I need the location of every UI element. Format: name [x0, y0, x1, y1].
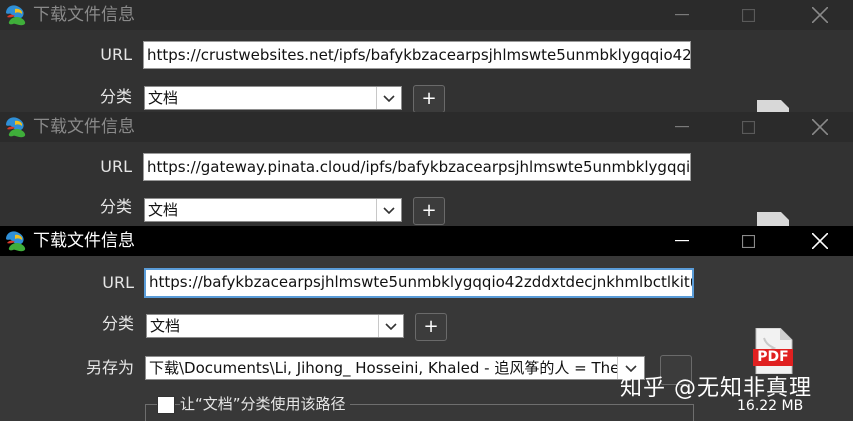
save-path-value: 下载\Documents\Li, Jihong_ Hosseini, Khale… [149, 359, 619, 377]
category-label: 分类 [101, 314, 134, 333]
maximize-icon [741, 8, 755, 22]
minimize-button[interactable] [652, 226, 712, 256]
dropdown-button[interactable] [376, 87, 401, 109]
minimize-icon [675, 14, 689, 16]
download-info-window-2: 下载文件信息 URL https://gateway.pinata.cloud/… [0, 112, 853, 226]
dropdown-button[interactable] [376, 199, 401, 221]
maximize-button[interactable] [718, 112, 778, 142]
close-icon [812, 233, 828, 249]
category-value: 文档 [148, 201, 179, 219]
watermark: 知乎 @无知非真理 [620, 376, 812, 401]
idm-app-icon [6, 231, 26, 252]
maximize-button[interactable] [718, 0, 778, 30]
url-label: URL [100, 157, 132, 176]
chevron-down-icon [385, 322, 397, 330]
title-bar[interactable]: 下载文件信息 [0, 112, 853, 142]
url-field[interactable]: https://crustwebsites.net/ipfs/bafykbzac… [143, 41, 691, 69]
save-as-label: 另存为 [85, 358, 134, 377]
close-icon [812, 119, 828, 135]
add-category-button[interactable]: + [413, 197, 445, 225]
chevron-down-icon [383, 206, 395, 214]
url-label: URL [102, 273, 134, 292]
url-field[interactable]: https://gateway.pinata.cloud/ipfs/bafykb… [143, 153, 691, 181]
idm-app-icon [6, 5, 26, 26]
category-select[interactable]: 文档 [144, 86, 402, 110]
url-label: URL [100, 45, 132, 64]
maximize-button[interactable] [718, 226, 778, 256]
add-category-button[interactable]: + [413, 85, 445, 112]
window-title: 下载文件信息 [33, 5, 135, 25]
maximize-icon [741, 234, 755, 248]
category-label: 分类 [99, 197, 132, 216]
download-info-window-1: 下载文件信息 URL https://crustwebsites.net/ipf… [0, 0, 853, 112]
file-icon [757, 212, 789, 226]
add-category-button[interactable]: + [415, 313, 447, 341]
idm-app-icon [6, 117, 26, 138]
minimize-icon [675, 126, 689, 128]
close-button[interactable] [790, 226, 850, 256]
window-title: 下载文件信息 [33, 117, 135, 137]
category-value: 文档 [148, 89, 179, 107]
use-path-checkbox[interactable] [157, 396, 175, 414]
category-label: 分类 [99, 87, 132, 106]
category-select[interactable]: 文档 [146, 314, 404, 338]
close-button[interactable] [790, 112, 850, 142]
close-icon [812, 7, 828, 23]
url-field[interactable]: https://bafykbzacearpsjhlmswte5unmbklygq… [144, 268, 694, 298]
chevron-down-icon [383, 94, 395, 102]
file-icon [757, 100, 789, 112]
pdf-badge-text: PDF [757, 349, 789, 365]
save-path-select[interactable]: 下载\Documents\Li, Jihong_ Hosseini, Khale… [145, 356, 645, 380]
close-button[interactable] [790, 0, 850, 30]
title-bar[interactable]: 下载文件信息 [0, 0, 853, 30]
dropdown-button[interactable] [378, 315, 403, 337]
title-bar[interactable]: 下载文件信息 [0, 226, 853, 256]
use-path-checkbox-label: 让“文档”分类使用该路径 [180, 395, 350, 413]
window-title: 下载文件信息 [33, 231, 135, 251]
minimize-button[interactable] [652, 112, 712, 142]
category-select[interactable]: 文档 [144, 198, 402, 222]
category-value: 文档 [150, 317, 181, 335]
minimize-icon [675, 240, 689, 242]
maximize-icon [741, 120, 755, 134]
minimize-button[interactable] [652, 0, 712, 30]
